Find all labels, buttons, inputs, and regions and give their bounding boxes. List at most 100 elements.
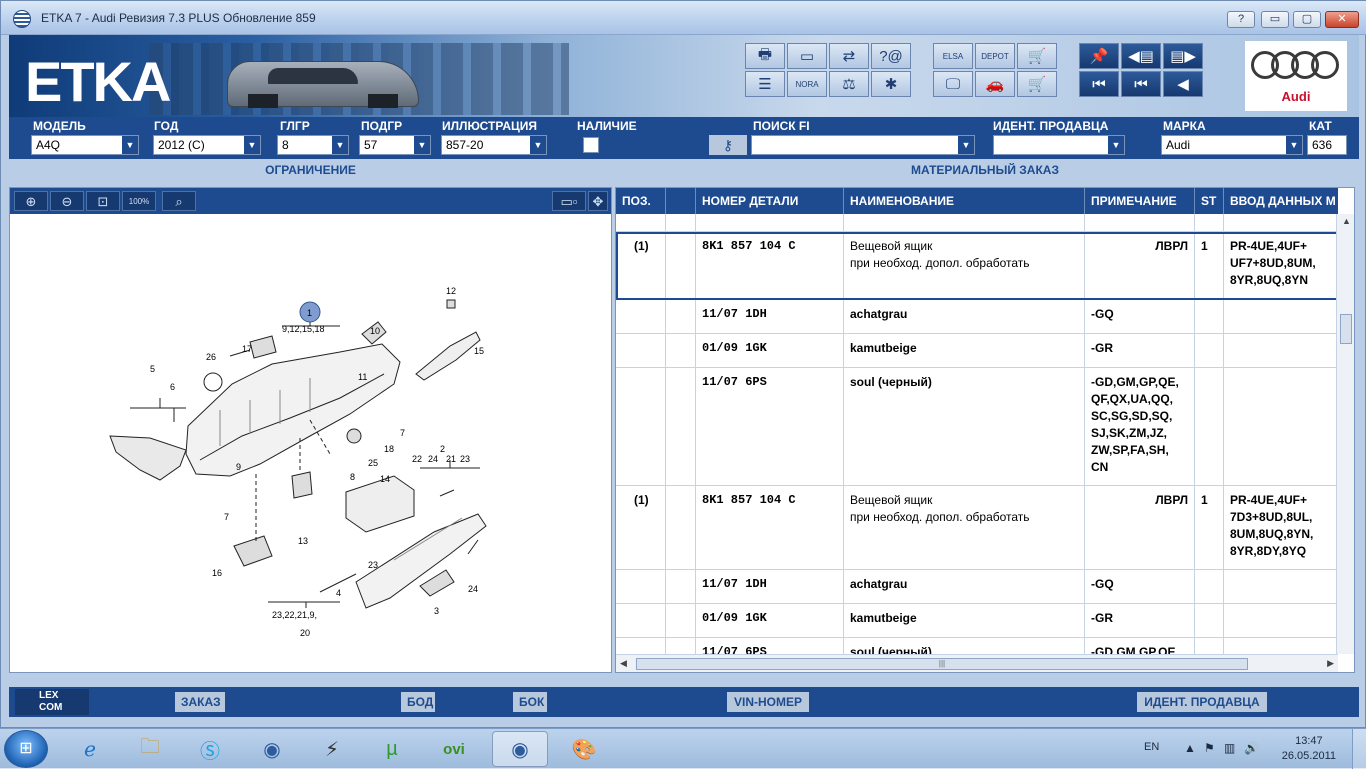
scroll-thumb[interactable]: ||| [636, 658, 1248, 670]
chevron-down-icon[interactable]: ▼ [1108, 136, 1124, 154]
zoom-100-icon[interactable]: 100% [122, 191, 156, 211]
wheel-icon[interactable]: ✱ [871, 71, 911, 97]
chevron-down-icon[interactable]: ▼ [530, 136, 546, 154]
key-icon[interactable]: ⚷ [709, 135, 747, 155]
clock[interactable]: 13:47 26.05.2011 [1282, 734, 1336, 764]
etka-active-icon[interactable]: ◉ [492, 731, 548, 767]
cell-part-number: 11/07 6PS [696, 368, 844, 485]
windows-start-icon[interactable]: ⊞ [4, 730, 48, 768]
monitor-icon[interactable]: 🖵 [933, 71, 973, 97]
material-order-header[interactable]: МАТЕРИАЛЬНЫЙ ЗАКАЗ [615, 159, 1355, 181]
help-at-icon[interactable]: ?@ [871, 43, 911, 69]
elsa-icon[interactable]: ELSA [933, 43, 973, 69]
ovi-icon[interactable]: ovi [426, 731, 482, 767]
scroll-up-icon[interactable]: ▲ [1342, 216, 1351, 226]
scroll-right-icon[interactable]: ▶ [1327, 658, 1334, 669]
printer-icon[interactable]: 🖶 [745, 43, 785, 69]
lexcom-logo[interactable]: LEX COM [15, 689, 89, 715]
dealer-id-select[interactable]: ▼ [993, 135, 1125, 155]
maximize-button[interactable]: ▢ [1293, 11, 1321, 28]
car-icon[interactable]: 🚗 [975, 71, 1015, 97]
app-icon[interactable] [13, 10, 31, 28]
minimize-button[interactable]: ▭ [1261, 11, 1289, 28]
prev-icon[interactable]: ⏮ [1121, 71, 1161, 97]
skype-icon[interactable]: Ⓢ [182, 731, 238, 767]
utorrent-icon[interactable]: µ [364, 731, 420, 767]
chevron-down-icon[interactable]: ▼ [1286, 136, 1302, 154]
next-page-icon[interactable]: ▤▶ [1163, 43, 1203, 69]
year-select[interactable]: 2012 (C) ▼ [153, 135, 261, 155]
main-group-select[interactable]: 8 ▼ [277, 135, 349, 155]
zoom-fit-icon[interactable]: ⊡ [86, 191, 120, 211]
balance-icon[interactable]: ⚖ [829, 71, 869, 97]
list-icon[interactable]: ☰ [745, 71, 785, 97]
catalog-select[interactable]: 636 [1307, 135, 1347, 155]
column-header-name[interactable]: НАИМЕНОВАНИЕ [844, 188, 1085, 214]
column-header-data-entry[interactable]: ВВОД ДАННЫХ М [1224, 188, 1338, 214]
column-header-blank[interactable] [666, 188, 696, 214]
search-fi-input[interactable]: ▼ [751, 135, 975, 155]
cart-full-icon[interactable]: 🛒 [1017, 71, 1057, 97]
language-indicator[interactable]: EN [1144, 741, 1159, 753]
column-header-pos[interactable]: ПОЗ. [616, 188, 666, 214]
winamp-icon[interactable]: ⚡ [304, 731, 360, 767]
table-row[interactable]: 11/07 6PS soul (черный) -GD,GM,GP,QE, QF… [616, 368, 1338, 486]
horizontal-scrollbar[interactable]: ◀ ||| ▶ [616, 654, 1338, 672]
cart-icon[interactable]: 🛒 [1017, 43, 1057, 69]
close-button[interactable]: ✕ [1325, 11, 1359, 28]
illustration-select[interactable]: 857-20 ▼ [441, 135, 547, 155]
paint-icon[interactable]: 🎨 [556, 731, 612, 767]
layout-icon[interactable]: ▭▫ [552, 191, 586, 211]
table-row[interactable]: 11/07 1DH achatgrau -GQ [616, 300, 1338, 334]
depot-icon[interactable]: DEPOT [975, 43, 1015, 69]
chevron-down-icon[interactable]: ▼ [244, 136, 260, 154]
nora-icon[interactable]: NORA [787, 71, 827, 97]
magnifier-icon[interactable]: ⌕ [162, 191, 196, 211]
prev-page-icon[interactable]: ◀▤ [1121, 43, 1161, 69]
internet-explorer-icon[interactable]: ℯ [62, 731, 118, 767]
table-row[interactable]: 01/09 1GK kamutbeige -GR [616, 604, 1338, 638]
restriction-header[interactable]: ОГРАНИЧЕНИЕ [9, 159, 612, 181]
chevron-down-icon[interactable]: ▼ [332, 136, 348, 154]
availability-checkbox[interactable] [583, 137, 599, 153]
help-button[interactable]: ? [1227, 11, 1255, 28]
back-icon[interactable]: ◀ [1163, 71, 1203, 97]
show-desktop-button[interactable] [1352, 729, 1366, 769]
brand-select[interactable]: Audi ▼ [1161, 135, 1303, 155]
sub-group-select[interactable]: 57 ▼ [359, 135, 431, 155]
column-header-note[interactable]: ПРИМЕЧАНИЕ [1085, 188, 1195, 214]
vertical-scrollbar[interactable]: ▲ [1336, 214, 1354, 654]
dealer-id-button[interactable]: ИДЕНТ. ПРОДАВЦА [1137, 692, 1267, 712]
column-header-st[interactable]: ST [1195, 188, 1224, 214]
etka-icon[interactable]: ◉ [244, 731, 300, 767]
bod-button[interactable]: БОД [401, 692, 435, 712]
split-arrows-icon[interactable]: ✥ [588, 191, 608, 211]
handshake-icon[interactable]: ⇄ [829, 43, 869, 69]
order-button[interactable]: ЗАКАЗ [175, 692, 225, 712]
volume-icon[interactable]: 🔊 [1244, 741, 1259, 755]
table-row[interactable]: 11/07 6PS soul (черный) -GD,GM,GP,QE, [616, 638, 1338, 654]
pin-icon[interactable]: 📌 [1079, 43, 1119, 69]
bok-button[interactable]: БОК [513, 692, 547, 712]
network-icon[interactable]: ▥ [1224, 741, 1235, 755]
chevron-down-icon[interactable]: ▼ [958, 136, 974, 154]
table-row[interactable]: (1) 8K1 857 104 C Вещевой ящик при необх… [616, 486, 1338, 570]
table-row[interactable]: (1) 8K1 857 104 C Вещевой ящик при необх… [616, 232, 1338, 300]
parts-diagram[interactable]: 1 9,12,15,18 2 22 24 21 23 3 4 5 6 7 7 8… [10, 214, 611, 672]
model-select[interactable]: A4Q ▼ [31, 135, 139, 155]
scroll-thumb[interactable] [1340, 314, 1352, 344]
flag-icon[interactable]: ⚑ [1204, 741, 1215, 755]
zoom-in-icon[interactable]: ⊕ [14, 191, 48, 211]
chevron-down-icon[interactable]: ▼ [122, 136, 138, 154]
table-row[interactable]: 11/07 1DH achatgrau -GQ [616, 570, 1338, 604]
zoom-out-icon[interactable]: ⊖ [50, 191, 84, 211]
first-icon[interactable]: ⏮ [1079, 71, 1119, 97]
column-header-part-number[interactable]: НОМЕР ДЕТАЛИ [696, 188, 844, 214]
file-explorer-icon[interactable]: 🗀 [122, 731, 178, 767]
vin-number-button[interactable]: VIN-НОМЕР [727, 692, 809, 712]
tray-expand-icon[interactable]: ▲ [1184, 741, 1196, 755]
chevron-down-icon[interactable]: ▼ [414, 136, 430, 154]
table-row[interactable]: 01/09 1GK kamutbeige -GR [616, 334, 1338, 368]
scroll-left-icon[interactable]: ◀ [620, 658, 627, 669]
screen-icon[interactable]: ▭ [787, 43, 827, 69]
